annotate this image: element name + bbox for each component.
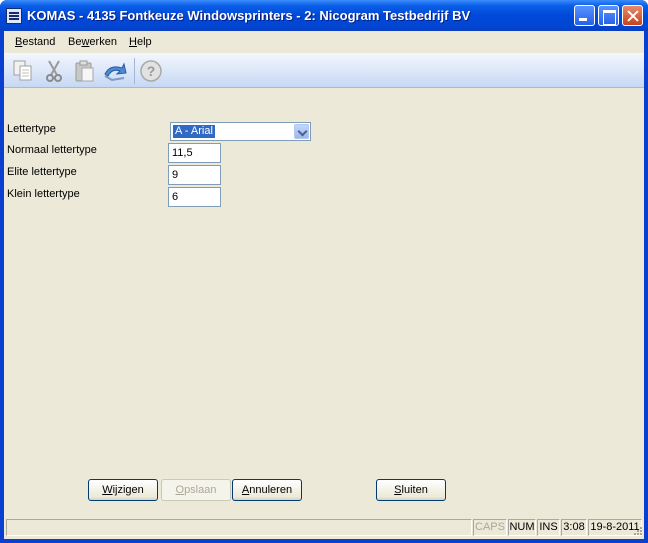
menu-bewerken-pre: Be: [68, 36, 82, 48]
menu-bar: Bestand Bewerken Help: [4, 31, 644, 53]
chevron-down-icon[interactable]: [294, 124, 309, 139]
menu-bewerken[interactable]: Bewerken: [68, 36, 117, 48]
klein-lettertype-label: Klein lettertype: [7, 188, 80, 200]
time-display: 3:08: [561, 519, 587, 536]
help-icon[interactable]: ?: [138, 58, 164, 84]
sluiten-rest: luiten: [401, 484, 428, 496]
wijzigen-mnemonic: W: [102, 484, 113, 496]
toolbar-separator: [134, 58, 135, 84]
lettertype-select[interactable]: A - Arial: [170, 122, 311, 141]
annuleren-button[interactable]: Annuleren: [232, 479, 302, 501]
menu-help[interactable]: Help: [129, 36, 152, 48]
copy-icon[interactable]: [10, 58, 36, 84]
opslaan-mnemonic: O: [175, 484, 185, 496]
elite-lettertype-field[interactable]: 9: [168, 165, 221, 185]
client-area: Bestand Bewerken Help ? Lettertype A - A…: [4, 31, 644, 539]
sluiten-mnemonic: S: [394, 484, 402, 496]
window-title: KOMAS - 4135 Fontkeuze Windowsprinters -…: [27, 8, 471, 23]
title-bar[interactable]: KOMAS - 4135 Fontkeuze Windowsprinters -…: [0, 0, 648, 31]
app-icon[interactable]: [6, 8, 22, 24]
close-button[interactable]: [622, 5, 643, 26]
opslaan-rest: pslaan: [184, 484, 217, 496]
opslaan-button[interactable]: Opslaan: [161, 479, 231, 501]
menu-bestand[interactable]: Bestand: [15, 36, 55, 48]
num-indicator: NUM: [508, 519, 536, 536]
caps-indicator: CAPS: [473, 519, 507, 536]
klein-lettertype-field[interactable]: 6: [168, 187, 221, 207]
undo-icon[interactable]: [102, 58, 128, 84]
paste-icon[interactable]: [72, 58, 98, 84]
maximize-button[interactable]: [598, 5, 619, 26]
minimize-button[interactable]: [574, 5, 595, 26]
status-message-panel: [6, 519, 472, 536]
wijzigen-button[interactable]: Wijzigen: [88, 479, 158, 501]
resize-grip-icon[interactable]: [631, 524, 643, 536]
komas-window: KOMAS - 4135 Fontkeuze Windowsprinters -…: [0, 0, 648, 543]
lettertype-label: Lettertype: [7, 123, 56, 135]
menu-help-rest: elp: [136, 36, 152, 48]
ins-indicator: INS: [537, 519, 560, 536]
sluiten-button[interactable]: Sluiten: [376, 479, 446, 501]
normaal-lettertype-field[interactable]: 11,5: [168, 143, 221, 163]
annuleren-rest: nnuleren: [249, 484, 293, 496]
menu-bewerken-rest: erken: [89, 36, 117, 48]
menu-bestand-rest: estand: [22, 36, 56, 48]
lettertype-value: A - Arial: [172, 124, 216, 139]
svg-text:?: ?: [147, 63, 156, 79]
elite-lettertype-label: Elite lettertype: [7, 166, 77, 178]
toolbar: ?: [4, 53, 644, 88]
normaal-lettertype-label: Normaal lettertype: [7, 144, 97, 156]
wijzigen-rest: ijzigen: [112, 484, 144, 496]
cut-icon[interactable]: [41, 58, 67, 84]
status-bar: CAPS NUM INS 3:08 19-8-2011: [4, 517, 644, 537]
menu-help-mnemonic: H: [129, 36, 137, 48]
